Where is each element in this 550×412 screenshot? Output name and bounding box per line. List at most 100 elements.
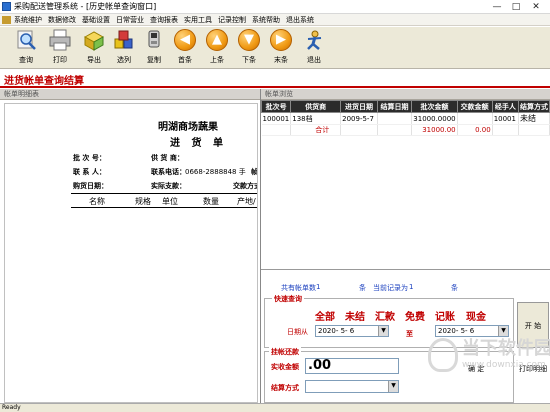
current-unit: 条 [451, 284, 458, 292]
menu-daily-business[interactable]: 日常营业 [116, 15, 144, 25]
columns-icon [113, 29, 135, 51]
bill-detail-header: 帐单明细表 [0, 89, 260, 100]
total-label: 合计 [290, 124, 342, 136]
menu-data-edit[interactable]: 数据修改 [48, 15, 76, 25]
filter-unsettled-button[interactable]: 未结 [345, 308, 365, 323]
filter-credit-button[interactable]: 记账 [435, 308, 455, 323]
total-cell-settle-date [377, 124, 413, 136]
dropdown-arrow-icon[interactable]: ▼ [378, 326, 388, 336]
watermark-logo-icon [428, 338, 458, 372]
menu-logo-icon [2, 16, 11, 24]
record-count-bar: 共有帐单数 1 条 当前记录为 1 条 [261, 283, 550, 293]
previous-record-icon: ▲ [206, 29, 228, 51]
doc-phone-value: 0668-2888848 手 [185, 168, 246, 176]
query-button[interactable]: 查询 [12, 28, 40, 66]
total-cell-batch [261, 124, 292, 136]
doc-date-label: 购货日期： [73, 182, 108, 190]
copy-button[interactable]: 复制 [140, 28, 168, 66]
menu-exit-system[interactable]: 退出系统 [286, 15, 314, 25]
exit-button[interactable]: 退出 [300, 28, 328, 66]
watermark-cn: 当下软件园 [462, 338, 550, 359]
doc-col-spec: 规格 [135, 197, 151, 206]
total-cell-handler [492, 124, 519, 136]
bill-detail-panel: 帐单明细表 明湖商场蔬果 进 货 单 批 次 号： 供 货 商： 联 系 人： … [0, 89, 261, 407]
col-handler[interactable]: 经手人 [491, 100, 519, 113]
doc-rule-bottom [71, 207, 257, 208]
watermark-en: www.downxia.com [462, 360, 546, 370]
count-value: 1 [316, 283, 321, 291]
watermark: 当下软件园 www.downxia.com [428, 326, 550, 396]
cell-settle-method: 未结 [518, 112, 550, 125]
export-icon [83, 29, 105, 51]
filter-free-button[interactable]: 免费 [405, 308, 425, 323]
dropdown-arrow-icon[interactable]: ▼ [388, 381, 398, 392]
doc-rule-top [71, 193, 257, 194]
menu-system-help[interactable]: 系统帮助 [252, 15, 280, 25]
toolbar: 查询 打印 导出 选列 复制 ◀ 首条 ▲ 上条 ▼ 下条 ▶ 末条 退出 [0, 27, 550, 69]
date-from-label: 日期从 [287, 328, 308, 336]
cell-batch-amount: 31000.0000 [411, 112, 458, 125]
col-settle-method[interactable]: 结算方式 [517, 100, 550, 113]
col-settle-date[interactable]: 结算日期 [376, 100, 413, 113]
doc-mode-label: 交款方式 [233, 182, 257, 190]
doc-supplier-label: 供 货 商： [151, 154, 184, 162]
doc-col-origin: 产地/ [237, 197, 256, 206]
cell-batch: 100001 [261, 112, 292, 125]
filter-remittance-button[interactable]: 汇款 [375, 308, 395, 323]
settle-legend: 挂帐还款 [269, 347, 301, 357]
menu-tools[interactable]: 实用工具 [184, 15, 212, 25]
date-from-picker[interactable]: 2020- 5- 6 ▼ [315, 325, 389, 337]
total-cell-purchase-date [340, 124, 378, 136]
window-title: 采购配送管理系统 - [历史帐单查询窗口] [14, 2, 157, 11]
doc-subtitle: 进 货 单 [170, 138, 227, 149]
menu-record-control[interactable]: 记录控制 [218, 15, 246, 25]
method-select[interactable]: ▼ [305, 380, 399, 393]
maximize-button[interactable]: □ [507, 1, 525, 13]
doc-contact-label: 联 系 人： [73, 168, 106, 176]
doc-col-qty: 数量 [203, 197, 219, 206]
print-button[interactable]: 打印 [46, 28, 74, 66]
last-record-button[interactable]: ▶ 末条 [267, 28, 295, 66]
amount-input[interactable]: .00 [305, 358, 399, 374]
first-record-button[interactable]: ◀ 首条 [171, 28, 199, 66]
next-record-icon: ▼ [238, 29, 260, 51]
menu-bar: 系统维护 数据修改 基础设置 日常营业 查询报表 实用工具 记录控制 系统帮助 … [0, 14, 550, 26]
status-bar: Ready [0, 403, 550, 412]
copy-icon [143, 29, 165, 51]
col-purchase-date[interactable]: 进货日期 [340, 100, 378, 113]
menu-basic-settings[interactable]: 基础设置 [82, 15, 110, 25]
cell-settle-date [377, 112, 413, 125]
col-batch[interactable]: 批次号 [261, 100, 292, 113]
method-label: 结算方式 [271, 384, 299, 392]
cell-supplier: 138档 [290, 112, 342, 125]
bill-grid[interactable]: 批次号 供货商 进货日期 结算日期 批次金额 交款金额 经手人 结算方式 100… [261, 100, 550, 270]
date-to-label: 至 [406, 330, 413, 338]
select-columns-button[interactable]: 选列 [110, 28, 138, 66]
exit-icon [303, 29, 325, 51]
cell-paid-amount [457, 112, 493, 125]
col-supplier[interactable]: 供货商 [290, 100, 342, 113]
menu-system-maintenance[interactable]: 系统维护 [14, 15, 42, 25]
filter-cash-button[interactable]: 现金 [466, 308, 486, 323]
app-icon [2, 2, 11, 11]
doc-col-name: 名称 [89, 197, 105, 206]
close-button[interactable]: ✕ [527, 1, 545, 13]
total-batch-amount: 31000.00 [411, 124, 458, 136]
table-row[interactable]: 100001 138档 2009-5-7 31000.0000 10001 未结 [261, 112, 550, 125]
previous-record-button[interactable]: ▲ 上条 [203, 28, 231, 66]
export-button[interactable]: 导出 [80, 28, 108, 66]
doc-col-unit: 单位 [162, 197, 178, 206]
bill-table-header: 批次号 供货商 进货日期 结算日期 批次金额 交款金额 经手人 结算方式 [261, 100, 550, 113]
menu-query-reports[interactable]: 查询报表 [150, 15, 178, 25]
minimize-button[interactable]: — [488, 1, 506, 13]
cell-handler: 10001 [492, 112, 519, 125]
title-bar: 采购配送管理系统 - [历史帐单查询窗口] — □ ✕ [0, 0, 550, 14]
title-separator [0, 86, 550, 88]
col-paid-amount[interactable]: 交款金额 [456, 100, 493, 113]
bill-browse-header: 帐单浏览 [261, 89, 550, 100]
next-record-button[interactable]: ▼ 下条 [235, 28, 263, 66]
doc-batch-label: 批 次 号： [73, 154, 106, 162]
doc-phone-label: 联系电话： [151, 168, 186, 176]
filter-all-button[interactable]: 全部 [315, 308, 335, 323]
col-batch-amount[interactable]: 批次金额 [411, 100, 458, 113]
